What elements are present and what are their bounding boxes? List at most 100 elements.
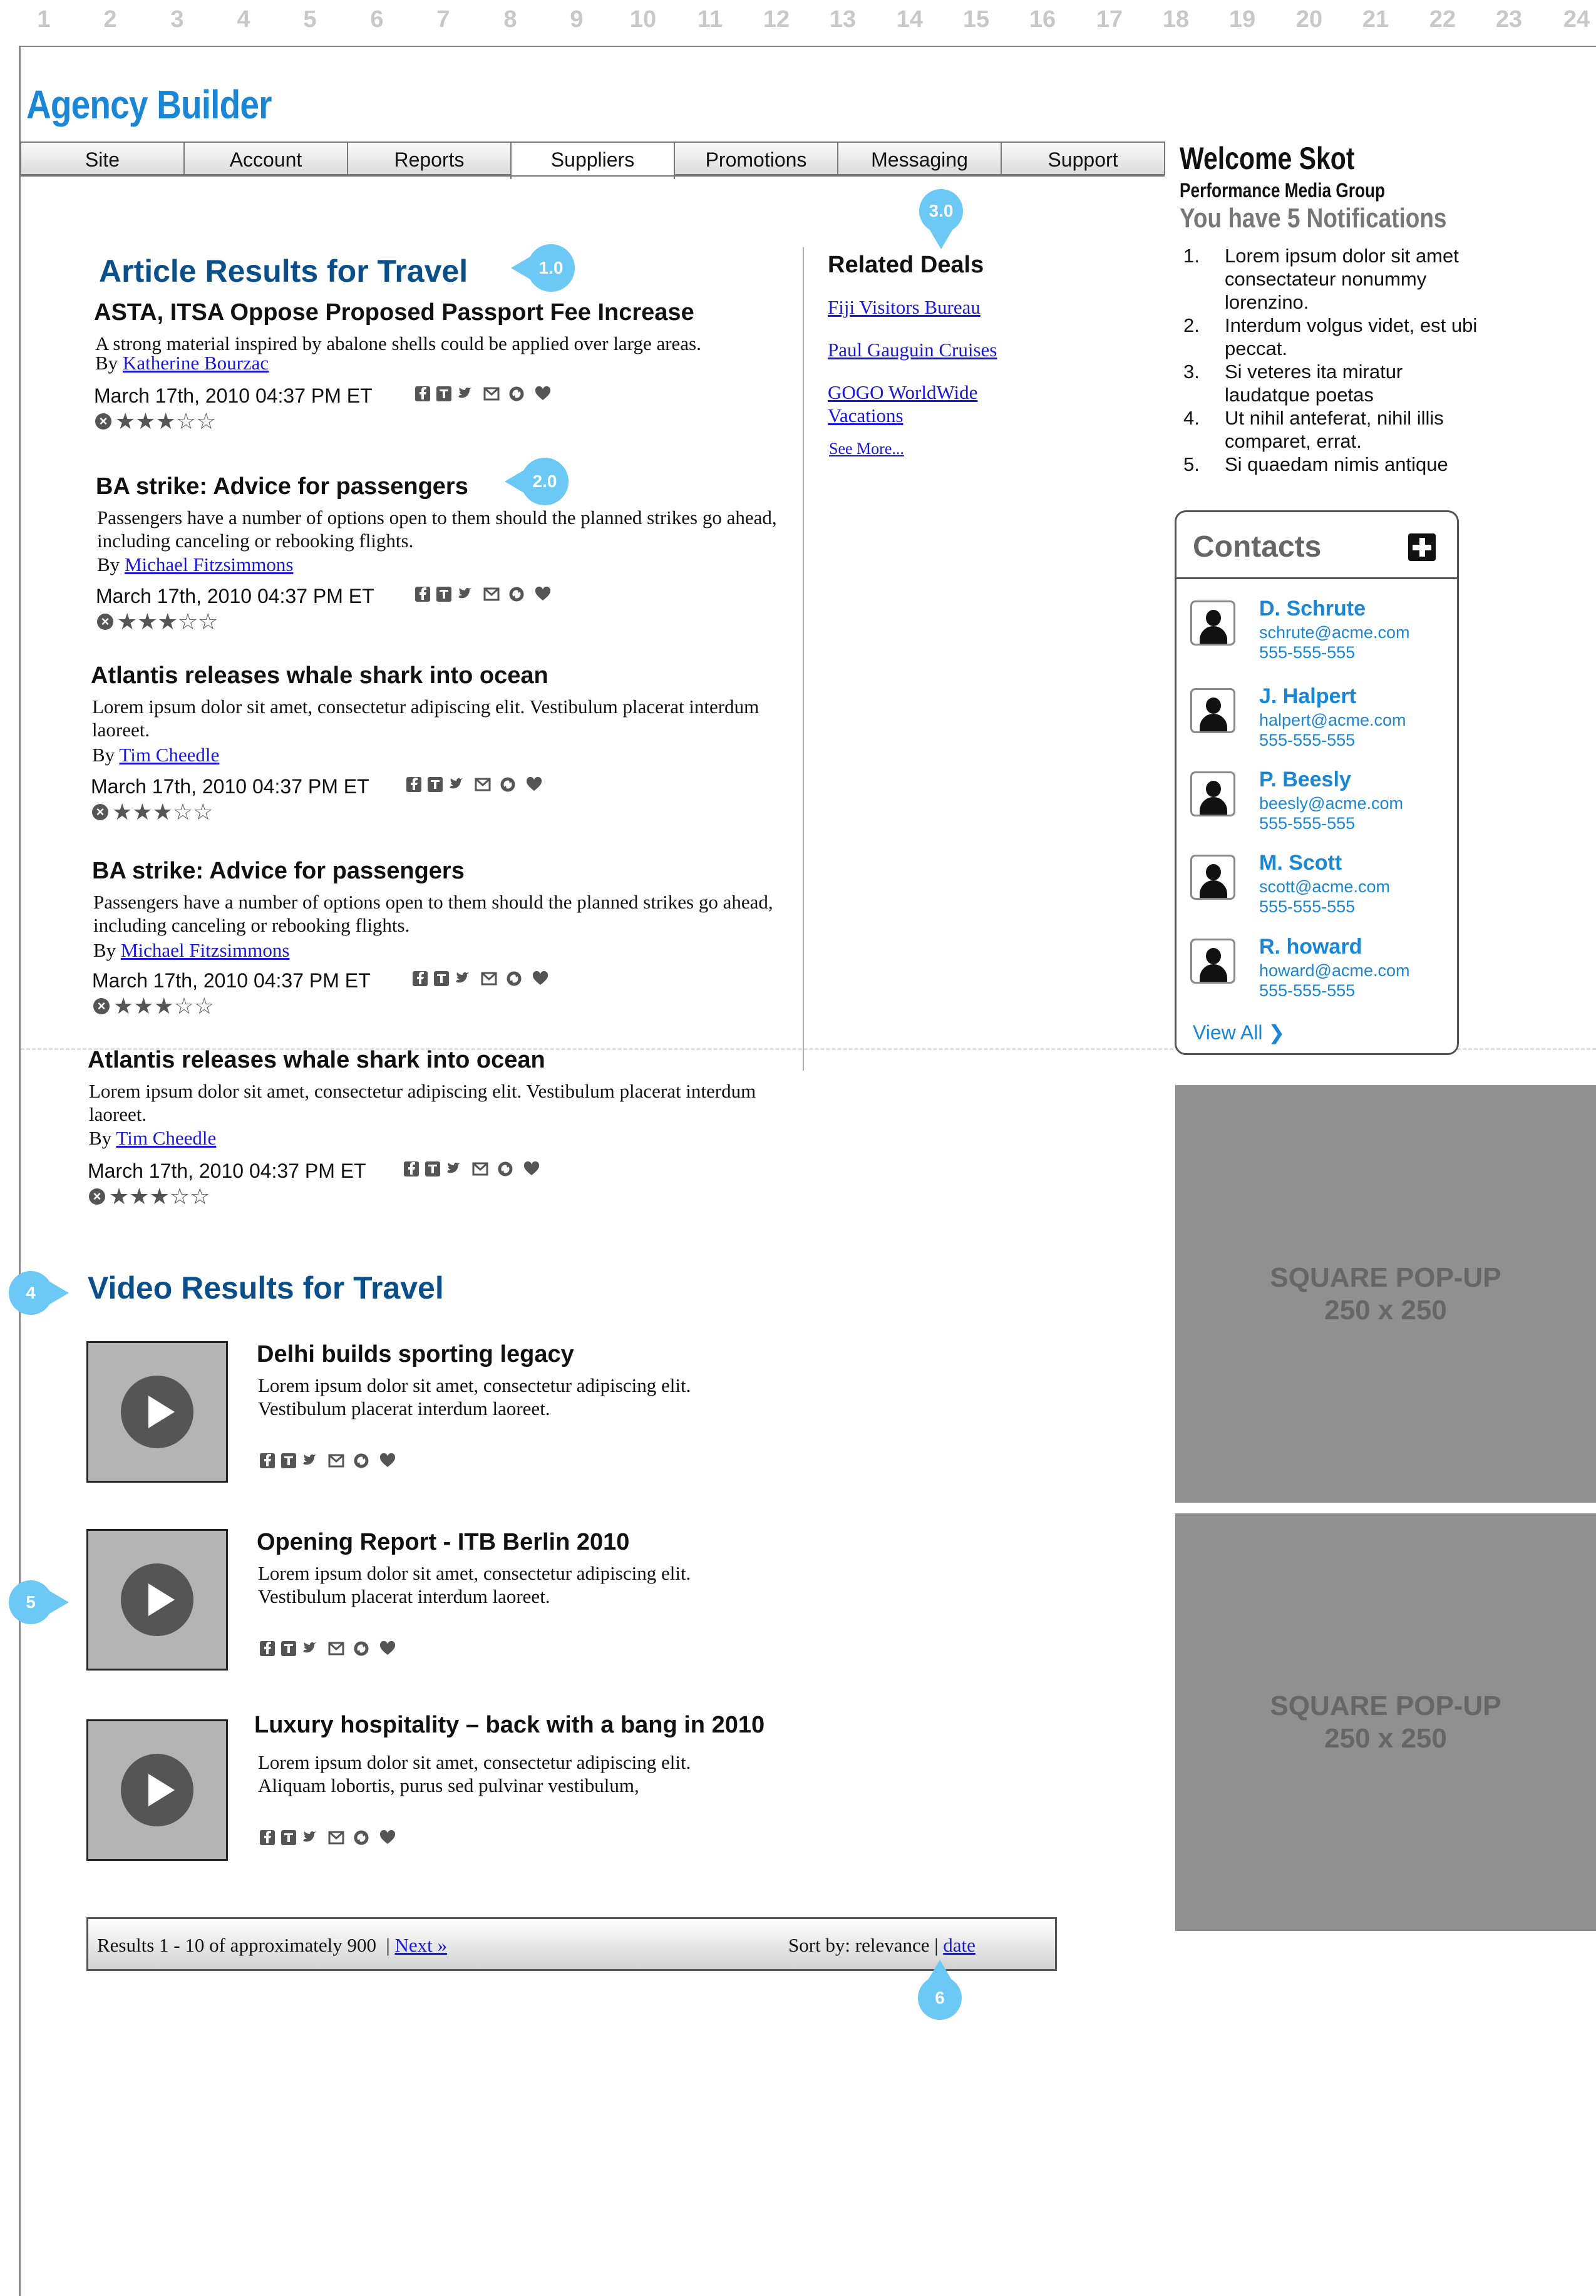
star-empty-icon[interactable]: ☆ — [176, 410, 196, 433]
star-filled-icon[interactable]: ★ — [112, 801, 132, 823]
technorati-icon[interactable] — [436, 586, 452, 602]
star-filled-icon[interactable]: ★ — [158, 610, 178, 633]
star-empty-icon[interactable]: ☆ — [174, 995, 194, 1017]
author-link[interactable]: Michael Fitzsimmons — [121, 939, 290, 961]
twitter-icon[interactable] — [302, 1453, 318, 1469]
clear-rating-icon[interactable]: × — [89, 1188, 105, 1205]
twitter-icon[interactable] — [302, 1640, 318, 1657]
article-title[interactable]: BA strike: Advice for passengers — [96, 473, 468, 500]
next-page-link[interactable]: Next » — [394, 1934, 447, 1956]
star-filled-icon[interactable]: ★ — [109, 1185, 129, 1208]
clear-rating-icon[interactable]: × — [93, 998, 110, 1014]
video-title[interactable]: Opening Report - ITB Berlin 2010 — [257, 1529, 629, 1556]
star-rating[interactable]: × ★★★☆☆ — [95, 410, 216, 433]
star-empty-icon[interactable]: ☆ — [170, 1185, 190, 1208]
contact-name[interactable]: D. Schrute — [1259, 597, 1366, 621]
star-rating[interactable]: × ★★★☆☆ — [89, 1185, 210, 1208]
star-filled-icon[interactable]: ★ — [150, 1185, 170, 1208]
technorati-icon[interactable] — [427, 776, 443, 793]
favorite-icon[interactable] — [379, 1640, 396, 1657]
twitter-icon[interactable] — [446, 1161, 462, 1177]
square-popup-ad[interactable]: SQUARE POP-UP 250 x 250 — [1175, 1513, 1596, 1931]
contact-email[interactable]: scott@acme.com — [1259, 877, 1390, 897]
email-icon[interactable] — [483, 586, 500, 602]
share-icon[interactable] — [353, 1640, 369, 1657]
add-contact-icon[interactable] — [1408, 533, 1436, 561]
app-title[interactable]: Agency Builder — [26, 81, 272, 128]
twitter-icon[interactable] — [455, 970, 471, 987]
share-icon[interactable] — [508, 586, 525, 602]
twitter-icon[interactable] — [302, 1830, 318, 1846]
clear-rating-icon[interactable]: × — [92, 804, 108, 820]
star-filled-icon[interactable]: ★ — [117, 610, 137, 633]
share-icon[interactable] — [506, 970, 522, 987]
favorite-icon[interactable] — [379, 1830, 396, 1846]
star-filled-icon[interactable]: ★ — [132, 801, 152, 823]
notification-item[interactable]: 2. Interdum volgus videt, est ubi peccat. — [1180, 314, 1493, 360]
share-icon[interactable] — [500, 776, 516, 793]
contact-email[interactable]: beesly@acme.com — [1259, 794, 1403, 813]
contact-name[interactable]: P. Beesly — [1259, 768, 1351, 792]
email-icon[interactable] — [481, 970, 497, 987]
star-filled-icon[interactable]: ★ — [129, 1185, 149, 1208]
star-filled-icon[interactable]: ★ — [153, 801, 173, 823]
star-rating[interactable]: × ★★★☆☆ — [93, 995, 214, 1017]
sort-by-date-link[interactable]: date — [943, 1934, 976, 1956]
share-icon[interactable] — [353, 1830, 369, 1846]
clear-rating-icon[interactable]: × — [95, 413, 111, 430]
notification-item[interactable]: 1. Lorem ipsum dolor sit amet consectateu… — [1180, 244, 1493, 314]
contact-item[interactable]: M. Scott scott@acme.com 555-555-555 — [1176, 851, 1457, 926]
tab-support[interactable]: Support — [1001, 142, 1165, 175]
video-thumbnail[interactable] — [86, 1529, 228, 1671]
star-empty-icon[interactable]: ☆ — [173, 801, 193, 823]
favorite-icon[interactable] — [535, 586, 551, 602]
author-link[interactable]: Katherine Bourzac — [123, 352, 269, 374]
tab-suppliers[interactable]: Suppliers — [510, 142, 675, 179]
email-icon[interactable] — [483, 386, 500, 402]
related-deal-link[interactable]: GOGO WorldWide Vacations — [828, 381, 1016, 427]
email-icon[interactable] — [328, 1830, 344, 1846]
star-filled-icon[interactable]: ★ — [135, 410, 155, 433]
favorite-icon[interactable] — [535, 386, 551, 402]
technorati-icon[interactable] — [281, 1640, 297, 1657]
facebook-icon[interactable] — [403, 1161, 420, 1177]
share-icon[interactable] — [497, 1161, 513, 1177]
tab-account[interactable]: Account — [183, 142, 348, 175]
article-title[interactable]: BA strike: Advice for passengers — [92, 858, 465, 885]
star-filled-icon[interactable]: ★ — [137, 610, 157, 633]
email-icon[interactable] — [472, 1161, 488, 1177]
contact-item[interactable]: J. Halpert halpert@acme.com 555-555-555 — [1176, 684, 1457, 759]
facebook-icon[interactable] — [259, 1830, 275, 1846]
video-title[interactable]: Delhi builds sporting legacy — [257, 1341, 574, 1368]
star-filled-icon[interactable]: ★ — [133, 995, 153, 1017]
view-all-link[interactable]: View All ❯ — [1193, 1021, 1285, 1044]
video-thumbnail[interactable] — [86, 1341, 228, 1483]
facebook-icon[interactable] — [414, 586, 431, 602]
share-icon[interactable] — [353, 1453, 369, 1469]
play-icon[interactable] — [121, 1376, 193, 1448]
contact-item[interactable]: P. Beesly beesly@acme.com 555-555-555 — [1176, 768, 1457, 843]
star-empty-icon[interactable]: ☆ — [190, 1185, 210, 1208]
author-link[interactable]: Tim Cheedle — [119, 744, 219, 766]
star-filled-icon[interactable]: ★ — [115, 410, 135, 433]
related-deal-link[interactable]: Paul Gauguin Cruises — [828, 338, 1028, 361]
clear-rating-icon[interactable]: × — [97, 614, 113, 630]
star-empty-icon[interactable]: ☆ — [196, 410, 216, 433]
facebook-icon[interactable] — [259, 1453, 275, 1469]
tab-site[interactable]: Site — [20, 142, 185, 175]
tab-promotions[interactable]: Promotions — [674, 142, 838, 175]
facebook-icon[interactable] — [406, 776, 422, 793]
twitter-icon[interactable] — [457, 386, 473, 402]
see-more-link[interactable]: See More... — [829, 440, 904, 458]
technorati-icon[interactable] — [281, 1830, 297, 1846]
video-title[interactable]: Luxury hospitality – back with a bang in… — [254, 1712, 765, 1739]
star-rating[interactable]: × ★★★☆☆ — [92, 801, 213, 823]
star-filled-icon[interactable]: ★ — [154, 995, 174, 1017]
star-empty-icon[interactable]: ☆ — [198, 610, 218, 633]
play-icon[interactable] — [121, 1754, 193, 1826]
contact-email[interactable]: schrute@acme.com — [1259, 623, 1409, 642]
favorite-icon[interactable] — [526, 776, 542, 793]
star-filled-icon[interactable]: ★ — [113, 995, 133, 1017]
related-deal-link[interactable]: Fiji Visitors Bureau — [828, 296, 1028, 319]
author-link[interactable]: Michael Fitzsimmons — [125, 553, 294, 575]
